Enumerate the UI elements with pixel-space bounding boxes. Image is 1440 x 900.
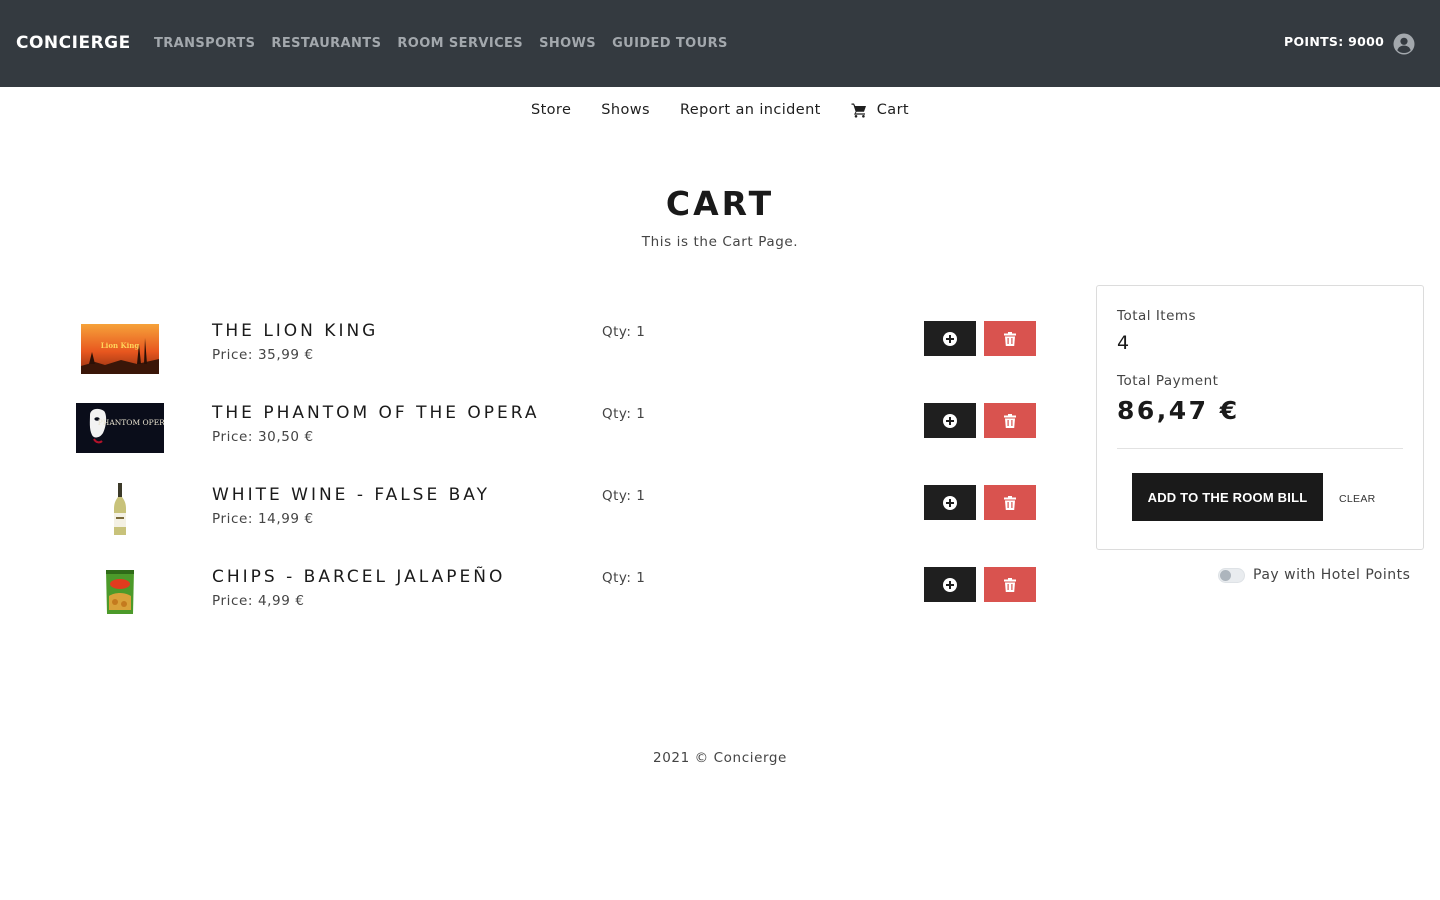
thumb-text: PHANTOM OPERA [98,418,164,427]
wine-bottle-image [114,483,126,535]
nav-restaurants[interactable]: RESTAURANTS [271,36,381,51]
hotel-points-toggle-row: Pay with Hotel Points [1218,567,1410,583]
subnav-cart[interactable]: Cart [851,102,909,118]
item-price: Price: 14,99 € [212,511,314,527]
total-items-label: Total Items [1117,308,1197,324]
remove-item-button[interactable] [984,403,1036,438]
item-name: THE LION KING [212,321,379,341]
cart-item: Lion King THE LION KING Price: 35,99 € Q… [60,321,1040,391]
add-to-room-bill-button[interactable]: ADD TO THE ROOM BILL [1132,473,1323,521]
toggle-knob [1220,569,1231,581]
chips-bag-image [106,570,134,614]
remove-item-button[interactable] [984,321,1036,356]
trash-icon [1004,331,1016,346]
item-price: Price: 4,99 € [212,593,305,609]
plus-circle-icon [943,577,957,592]
page-title: CART [665,184,775,223]
brand-logo[interactable]: CONCIERGE [16,33,131,53]
plus-circle-icon [943,413,957,428]
page-subtitle: This is the Cart Page. [641,234,799,250]
item-name: WHITE WINE - FALSE BAY [212,485,490,505]
cart-item: CHIPS - BARCEL JALAPEÑO Price: 4,99 € Qt… [60,567,1040,637]
item-quantity: Qty: 1 [602,324,646,340]
add-quantity-button[interactable] [924,567,976,602]
thumb-text: Lion King [101,341,140,350]
total-payment-value: 86,47 € [1117,396,1240,425]
item-price: Price: 35,99 € [212,347,314,363]
add-quantity-button[interactable] [924,403,976,438]
cart-item: PHANTOM OPERA THE PHANTOM OF THE OPERA P… [60,403,1040,473]
subnav-shows[interactable]: Shows [601,102,650,118]
plus-circle-icon [943,331,957,346]
user-circle-icon[interactable] [1393,33,1415,55]
nav-transports[interactable]: TRANSPORTS [154,36,255,51]
footer: 2021 © Concierge [653,750,787,766]
plus-circle-icon [943,495,957,510]
nav-shows[interactable]: SHOWS [539,36,596,51]
item-thumbnail [76,482,164,538]
divider [1117,448,1403,449]
subnav-report-incident[interactable]: Report an incident [680,102,821,118]
remove-item-button[interactable] [984,485,1036,520]
clear-cart-button[interactable]: CLEAR [1339,493,1376,505]
cart-label: Cart [876,102,910,118]
cart-item: WHITE WINE - FALSE BAY Price: 14,99 € Qt… [60,482,1040,555]
trash-icon [1004,413,1016,428]
cart-summary-card: Total Items 4 Total Payment 86,47 € ADD … [1096,285,1424,550]
item-name: CHIPS - BARCEL JALAPEÑO [212,567,506,587]
sub-nav: Store Shows Report an incident Cart [0,102,1440,118]
shopping-cart-icon [851,103,866,118]
hotel-points-toggle-label[interactable]: Pay with Hotel Points [1253,567,1410,583]
hotel-points-toggle[interactable] [1218,567,1245,583]
total-payment-label: Total Payment [1117,373,1219,389]
item-thumbnail [76,564,164,620]
item-quantity: Qty: 1 [602,406,646,422]
phantom-opera-poster-image: PHANTOM OPERA [76,403,164,453]
item-quantity: Qty: 1 [602,570,646,586]
top-navbar: CONCIERGE TRANSPORTS RESTAURANTS ROOM SE… [0,0,1440,87]
trash-icon [1004,495,1016,510]
item-name: THE PHANTOM OF THE OPERA [212,403,540,423]
nav-room-services[interactable]: ROOM SERVICES [397,36,523,51]
nav-guided-tours[interactable]: GUIDED TOURS [612,36,728,51]
trash-icon [1004,577,1016,592]
item-thumbnail: PHANTOM OPERA [76,400,164,456]
item-price: Price: 30,50 € [212,429,314,445]
add-quantity-button[interactable] [924,485,976,520]
points-balance: POINTS: 9000 [1284,34,1385,49]
item-quantity: Qty: 1 [602,488,646,504]
main-nav: TRANSPORTS RESTAURANTS ROOM SERVICES SHO… [154,36,728,51]
lion-king-poster-image: Lion King [81,324,159,374]
add-quantity-button[interactable] [924,321,976,356]
remove-item-button[interactable] [984,567,1036,602]
item-thumbnail: Lion King [76,321,164,377]
subnav-store[interactable]: Store [531,102,571,118]
total-items-value: 4 [1117,332,1131,354]
